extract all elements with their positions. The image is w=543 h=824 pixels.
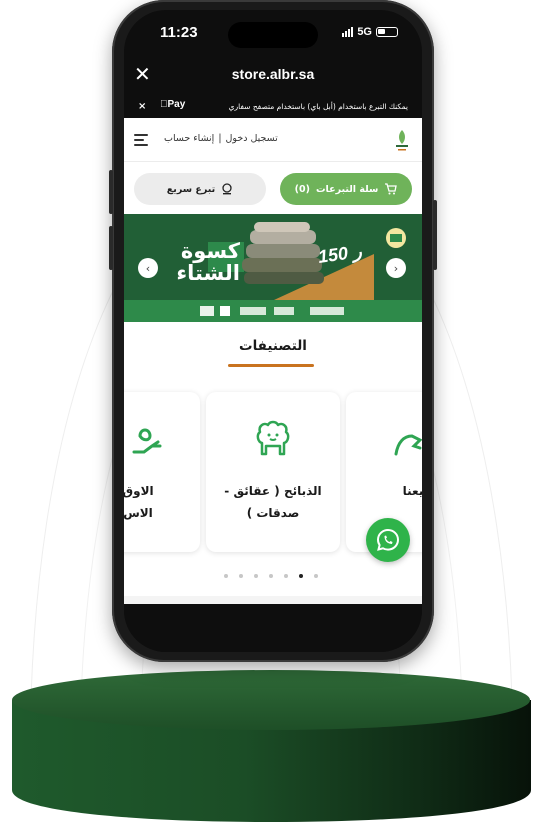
signal-icon [342,27,354,37]
quick-donate-button[interactable]: تبرع سريع [134,173,266,205]
auth-separator: | [218,133,222,144]
hands-icon [394,434,422,456]
carousel-dot[interactable] [299,574,303,578]
banner-footer-strip [124,300,422,322]
carousel-dot[interactable] [239,574,243,578]
url-text: store.albr.sa [231,66,315,82]
apple-pay-logo: Pay [160,99,185,110]
category-card[interactable]: الاوق الاس [124,392,200,552]
phone-frame: 11:23 5G ✕ store.albr.sa × Pay يمكنك ال… [109,0,437,662]
cart-label: سلة التبرعات [315,183,379,195]
section-title: التصنيفات [239,338,307,354]
section-underline [228,364,314,367]
category-card[interactable]: الذبائح ( عقائق - صدقات ) [206,392,340,552]
carousel-dot[interactable] [254,574,258,578]
site-header: تسجيل دخول | إنشاء حساب [124,118,422,162]
category-label: الذبائح ( عقائق - صدقات ) [224,484,322,520]
apple-pay-banner: × Pay يمكنك التبرع باستخدام (أبل باي) ب… [124,94,422,120]
category-label: يعنا [402,484,422,498]
auth-links: تسجيل دخول | إنشاء حساب [164,133,278,144]
carousel-dot[interactable] [269,574,273,578]
dynamic-island [228,22,318,48]
cart-count: (0) [294,183,310,195]
cart-icon [385,183,398,195]
volume-button [109,170,113,214]
pedestal [12,670,531,822]
status-indicators: 5G [342,26,398,38]
sheep-icon [256,420,290,456]
login-link[interactable]: تسجيل دخول [226,133,278,144]
carousel-dot[interactable] [284,574,288,578]
browser-url-bar: ✕ store.albr.sa [124,62,422,92]
status-time: 11:23 [160,24,198,41]
banner-footer-logos [200,306,344,316]
web-page: تسجيل دخول | إنشاء حساب تبرع سريع سلة ال… [124,118,422,604]
coin-icon [222,183,232,195]
carousel-dot[interactable] [224,574,228,578]
page-bottom-divider [124,596,422,604]
whatsapp-button[interactable] [366,518,410,562]
status-bar: 11:23 5G [124,10,422,54]
apple-pay-message: يمكنك التبرع باستخدام (أبل باي) باستخدام… [228,102,408,111]
carousel-pagination [224,574,318,578]
phone-screen: 11:23 5G ✕ store.albr.sa × Pay يمكنك ال… [124,10,422,652]
whatsapp-icon [376,528,400,551]
category-label: الاوق الاس [124,484,154,520]
battery-icon [376,27,398,37]
banner-next-arrow[interactable]: › [386,258,406,278]
power-button [433,200,437,270]
home-indicator-area [124,604,422,652]
banner-price-value: 150 [316,242,350,267]
network-label: 5G [357,26,372,38]
action-buttons: تبرع سريع سلة التبرعات (0) [124,173,422,207]
banner-prev-arrow[interactable]: ‹ [138,258,158,278]
logo-icon[interactable] [392,128,412,152]
volume-button [109,226,113,270]
banner-title-line: كسوة [180,239,240,263]
promo-banner[interactable]: كسوة الشتاء ر 150 ‹ › [124,214,422,322]
menu-icon[interactable] [134,134,148,146]
apple-pay-close-button[interactable]: × [138,101,146,112]
register-link[interactable]: إنشاء حساب [164,133,214,144]
carousel-dot[interactable] [314,574,318,578]
quick-donate-label: تبرع سريع [166,183,216,195]
charity-hand-icon [132,428,162,454]
donation-cart-button[interactable]: سلة التبرعات (0) [280,173,412,205]
